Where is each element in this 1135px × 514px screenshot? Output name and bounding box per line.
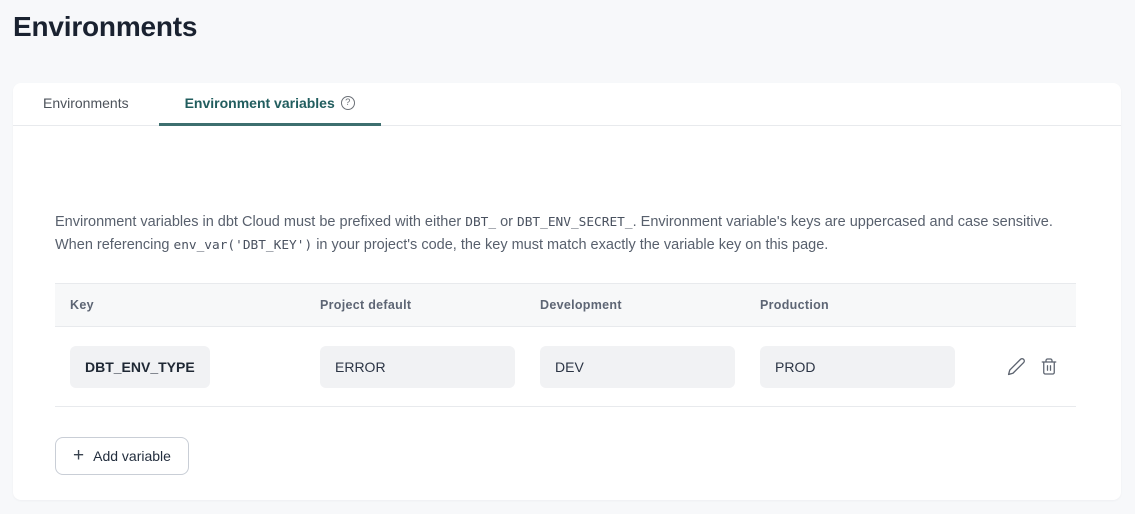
table-row: DBT_ENV_TYPE ERROR DEV PROD bbox=[55, 327, 1076, 407]
description-line-1: Environment variables in dbt Cloud must … bbox=[55, 211, 1076, 234]
column-header-production: Production bbox=[760, 298, 980, 312]
column-header-development: Development bbox=[540, 298, 760, 312]
description-text: Environment variables in dbt Cloud must … bbox=[55, 211, 1076, 257]
column-header-key: Key bbox=[55, 298, 320, 312]
column-header-project-default: Project default bbox=[320, 298, 540, 312]
project-default-value: ERROR bbox=[320, 346, 515, 388]
development-value: DEV bbox=[540, 346, 735, 388]
edit-variable-button[interactable] bbox=[1007, 357, 1026, 376]
row-actions bbox=[980, 357, 1076, 376]
variables-table: Key Project default Development Producti… bbox=[55, 283, 1076, 407]
code-dbt-prefix: DBT_ bbox=[465, 215, 496, 230]
pencil-icon bbox=[1007, 357, 1026, 376]
description-line-2: When referencing env_var('DBT_KEY') in y… bbox=[55, 234, 1076, 257]
tab-bar: Environments Environment variables ? bbox=[13, 83, 1121, 126]
trash-icon bbox=[1040, 357, 1058, 376]
tab-environments[interactable]: Environments bbox=[13, 83, 159, 126]
code-env-var: env_var('DBT_KEY') bbox=[173, 238, 312, 253]
add-variable-label: Add variable bbox=[93, 448, 171, 464]
add-variable-button[interactable]: + Add variable bbox=[55, 437, 189, 475]
delete-variable-button[interactable] bbox=[1040, 357, 1058, 376]
code-dbt-env-secret-prefix: DBT_ENV_SECRET_ bbox=[517, 215, 633, 230]
tab-environment-variables-label: Environment variables bbox=[185, 95, 335, 111]
page-title: Environments bbox=[0, 0, 1135, 45]
plus-icon: + bbox=[73, 446, 84, 465]
help-icon[interactable]: ? bbox=[341, 96, 355, 110]
tab-content: Environment variables in dbt Cloud must … bbox=[13, 126, 1121, 475]
variable-key-pill: DBT_ENV_TYPE bbox=[70, 346, 210, 388]
environment-variables-card: Environments Environment variables ? Env… bbox=[13, 83, 1121, 500]
table-header-row: Key Project default Development Producti… bbox=[55, 283, 1076, 327]
tab-environments-label: Environments bbox=[43, 95, 129, 111]
tab-environment-variables[interactable]: Environment variables ? bbox=[159, 83, 381, 126]
production-value: PROD bbox=[760, 346, 955, 388]
